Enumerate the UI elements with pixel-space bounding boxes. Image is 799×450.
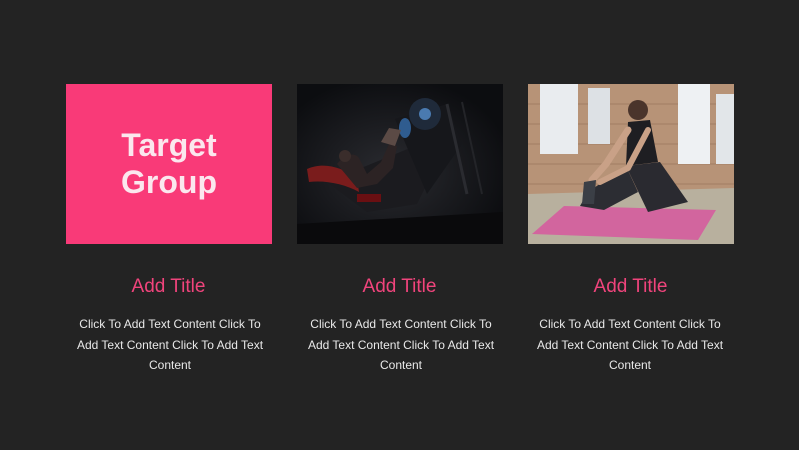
slide: Target Group Add Title Add Title Add Tit… [0, 0, 799, 450]
card-body-text[interactable]: Click To Add Text Content Click To Add T… [76, 314, 264, 376]
card-body-text[interactable]: Click To Add Text Content Click To Add T… [536, 314, 724, 376]
target-group-block[interactable]: Target Group [66, 84, 272, 244]
gym-leg-press-image[interactable] [297, 84, 503, 244]
target-group-heading[interactable]: Target Group [74, 127, 264, 201]
leg-press-illustration [297, 84, 503, 244]
card-body-text[interactable]: Click To Add Text Content Click To Add T… [307, 314, 495, 376]
card-title[interactable]: Add Title [515, 276, 746, 298]
card-title[interactable]: Add Title [284, 276, 515, 298]
yoga-stretch-image[interactable] [528, 84, 734, 244]
yoga-stretch-illustration [528, 84, 734, 244]
card-title[interactable]: Add Title [53, 276, 284, 298]
